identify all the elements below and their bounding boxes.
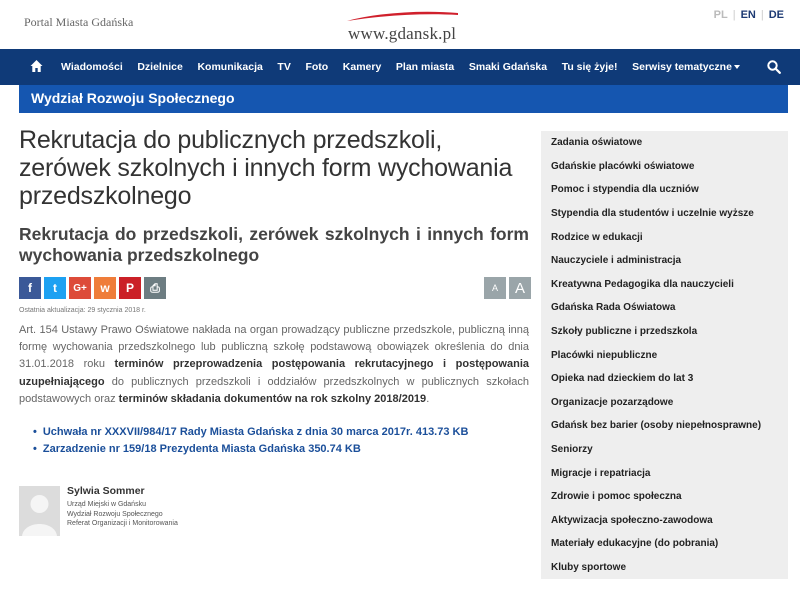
sidebar-item-zadania-oswiatowe[interactable]: Zadania oświatowe xyxy=(541,131,788,155)
sidebar-item-materialy[interactable]: Materiały edukacyjne (do pobrania) xyxy=(541,532,788,556)
share-buttons: f t G+ w P ⎙ xyxy=(19,277,169,299)
sidebar-item-seniorzy[interactable]: Seniorzy xyxy=(541,438,788,462)
contact-line: Referat Organizacji i Monitorowania xyxy=(67,520,178,527)
nav-item-komunikacja[interactable]: Komunikacja xyxy=(197,61,262,73)
sidebar-item-organizacje[interactable]: Organizacje pozarządowe xyxy=(541,391,788,415)
home-icon[interactable] xyxy=(30,59,43,73)
page-title: Rekrutacja do publicznych przedszkoli, z… xyxy=(19,126,513,210)
caret-down-icon xyxy=(733,65,740,69)
page-subtitle: Rekrutacja do przedszkoli, zerówek szkol… xyxy=(19,224,529,265)
lang-separator: | xyxy=(732,9,736,21)
facebook-icon[interactable]: f xyxy=(19,277,41,299)
print-icon[interactable]: ⎙ xyxy=(144,277,166,299)
lang-de[interactable]: DE xyxy=(769,9,784,21)
lang-en[interactable]: EN xyxy=(741,9,756,21)
nav-item-foto[interactable]: Foto xyxy=(305,61,328,73)
person-placeholder-icon xyxy=(19,486,60,536)
twitter-icon[interactable]: t xyxy=(44,277,66,299)
pinterest-icon[interactable]: P xyxy=(119,277,141,299)
portal-link[interactable]: Portal Miasta Gdańska xyxy=(24,15,133,30)
article-header: Rekrutacja do publicznych przedszkoli, z… xyxy=(19,126,529,266)
contact-line: Wydział Rozwoju Społecznego xyxy=(67,510,163,518)
nav-item-smaki-gdanska[interactable]: Smaki Gdańska xyxy=(469,61,547,73)
body-text-3: . xyxy=(426,392,430,405)
sidebar-item-placowki-oswiatowe[interactable]: Gdańskie placówki oświatowe xyxy=(541,155,788,179)
font-size-controls: A A xyxy=(481,277,531,299)
nav-item-tv[interactable]: TV xyxy=(277,61,290,73)
nav-item-dzielnice[interactable]: Dzielnice xyxy=(137,61,183,73)
sidebar-item-rodzice[interactable]: Rodzice w edukacji xyxy=(541,225,788,249)
main-nav: Wiadomości Dzielnice Komunikacja TV Foto… xyxy=(0,49,800,85)
sidebar-item-zdrowie[interactable]: Zdrowie i pomoc społeczna xyxy=(541,485,788,509)
nav-item-wiadomosci[interactable]: Wiadomości xyxy=(61,61,123,73)
article-body: Art. 154 Ustawy Prawo Oświatowe nakłada … xyxy=(19,322,529,408)
lang-pl[interactable]: PL xyxy=(714,9,728,21)
sidebar-item-migracje[interactable]: Migracje i repatriacja xyxy=(541,461,788,485)
google-plus-icon[interactable]: G+ xyxy=(69,277,91,299)
font-decrease-button[interactable]: A xyxy=(484,277,506,299)
sidebar-item-kreatywna-pedagogika[interactable]: Kreatywna Pedagogika dla nauczycieli xyxy=(541,273,788,297)
wykop-icon[interactable]: w xyxy=(94,277,116,299)
language-switcher: PL | EN | DE xyxy=(714,9,784,21)
contact-info: Sylwia Sommer Urząd Miejski w Gdańsku Wy… xyxy=(67,485,267,529)
sidebar-item-placowki-niepubliczne[interactable]: Placówki niepubliczne xyxy=(541,343,788,367)
nav-item-kamery[interactable]: Kamery xyxy=(343,61,382,73)
department-title[interactable]: Wydział Rozwoju Społecznego xyxy=(31,90,235,106)
font-increase-button[interactable]: A xyxy=(509,277,531,299)
document-list: Uchwała nr XXXVII/984/17 Rady Miasta Gda… xyxy=(33,424,469,458)
sidebar-item-opieka-nad-dzieckiem[interactable]: Opieka nad dzieckiem do lat 3 xyxy=(541,367,788,391)
sidebar-item-kluby-sportowe[interactable]: Kluby sportowe xyxy=(541,556,788,580)
nav-item-plan-miasta[interactable]: Plan miasta xyxy=(396,61,454,73)
body-bold-2: terminów składania dokumentów na rok szk… xyxy=(118,392,427,405)
sidebar-item-pomoc-stypendia[interactable]: Pomoc i stypendia dla uczniów xyxy=(541,178,788,202)
contact-name: Sylwia Sommer xyxy=(67,485,145,497)
logo-swoosh-icon xyxy=(347,11,458,21)
sidebar-item-szkoly-publiczne[interactable]: Szkoły publiczne i przedszkola xyxy=(541,320,788,344)
lang-separator: | xyxy=(760,9,764,21)
document-link-uchwala[interactable]: Uchwała nr XXXVII/984/17 Rady Miasta Gda… xyxy=(33,424,469,441)
search-icon[interactable] xyxy=(767,60,781,74)
gdansk-logo[interactable]: www.gdansk.pl xyxy=(345,10,460,43)
nav-item-label: Serwisy tematyczne xyxy=(632,61,732,73)
sidebar-item-aktywizacja[interactable]: Aktywizacja społeczno-zawodowa xyxy=(541,509,788,533)
nav-item-tu-sie-zyje[interactable]: Tu się żyje! xyxy=(562,61,618,73)
contact-line: Urząd Miejski w Gdańsku xyxy=(67,501,146,508)
sidebar-item-stypendia-studentow[interactable]: Stypendia dla studentów i uczelnie wyższ… xyxy=(541,202,788,226)
nav-item-serwisy-tematyczne[interactable]: Serwisy tematyczne xyxy=(632,61,740,73)
sidebar-menu: Zadania oświatowe Gdańskie placówki oświ… xyxy=(541,131,788,580)
sidebar-item-nauczyciele[interactable]: Nauczyciele i administracja xyxy=(541,249,788,273)
avatar xyxy=(19,486,60,536)
document-link-zarzadzenie[interactable]: Zarzadzenie nr 159/18 Prezydenta Miasta … xyxy=(33,441,468,458)
top-bar: Portal Miasta Gdańska www.gdansk.pl PL | E… xyxy=(0,0,800,49)
sidebar-item-bez-barier[interactable]: Gdańsk bez barier (osoby niepełnosprawne… xyxy=(541,414,788,438)
nav-items: Wiadomości Dzielnice Komunikacja TV Foto… xyxy=(61,49,755,85)
last-updated: Ostatnia aktualizacja: 29 stycznia 2018 … xyxy=(19,307,146,314)
logo-text: www.gdansk.pl xyxy=(348,24,457,43)
department-banner: Wydział Rozwoju Społecznego xyxy=(19,85,788,113)
sidebar-item-rada-oswiatowa[interactable]: Gdańska Rada Oświatowa xyxy=(541,296,788,320)
